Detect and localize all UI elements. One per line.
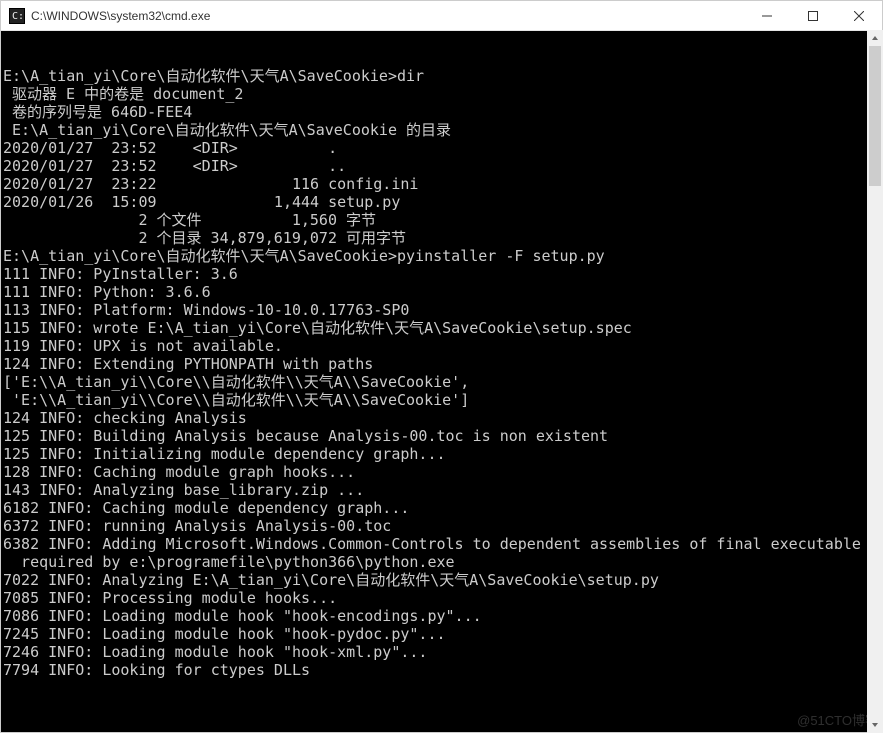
terminal-line: 'E:\\A_tian_yi\\Core\\自动化软件\\天气A\\SaveCo… xyxy=(3,391,880,409)
terminal-line: 驱动器 E 中的卷是 document_2 xyxy=(3,85,880,103)
scroll-thumb[interactable] xyxy=(869,46,881,186)
terminal-line: 111 INFO: PyInstaller: 3.6 xyxy=(3,265,880,283)
watermark: @51CTO博客 xyxy=(797,712,878,730)
svg-text:C:: C: xyxy=(12,11,24,22)
terminal-line: 7794 INFO: Looking for ctypes DLLs xyxy=(3,661,880,679)
scroll-track[interactable] xyxy=(867,46,883,717)
terminal-line: 6382 INFO: Adding Microsoft.Windows.Comm… xyxy=(3,535,880,553)
window-controls xyxy=(744,1,882,31)
minimize-button[interactable] xyxy=(744,1,790,31)
terminal-line: 128 INFO: Caching module graph hooks... xyxy=(3,463,880,481)
terminal-line: 113 INFO: Platform: Windows-10-10.0.1776… xyxy=(3,301,880,319)
terminal-line: 115 INFO: wrote E:\A_tian_yi\Core\自动化软件\… xyxy=(3,319,880,337)
terminal-line: 2020/01/27 23:22 116 config.ini xyxy=(3,175,880,193)
terminal-line: 卷的序列号是 646D-FEE4 xyxy=(3,103,880,121)
terminal-output[interactable]: E:\A_tian_yi\Core\自动化软件\天气A\SaveCookie>d… xyxy=(1,31,882,732)
scroll-up-arrow[interactable] xyxy=(867,30,883,46)
terminal-line: E:\A_tian_yi\Core\自动化软件\天气A\SaveCookie>d… xyxy=(3,67,880,85)
close-button[interactable] xyxy=(836,1,882,31)
terminal-line: 7022 INFO: Analyzing E:\A_tian_yi\Core\自… xyxy=(3,571,880,589)
maximize-button[interactable] xyxy=(790,1,836,31)
terminal-line: 2020/01/27 23:52 <DIR> .. xyxy=(3,157,880,175)
terminal-line: 125 INFO: Building Analysis because Anal… xyxy=(3,427,880,445)
terminal-line: E:\A_tian_yi\Core\自动化软件\天气A\SaveCookie 的… xyxy=(3,121,880,139)
terminal-line: 124 INFO: Extending PYTHONPATH with path… xyxy=(3,355,880,373)
terminal-line: 7085 INFO: Processing module hooks... xyxy=(3,589,880,607)
terminal-line: E:\A_tian_yi\Core\自动化软件\天气A\SaveCookie>p… xyxy=(3,247,880,265)
terminal-line: 111 INFO: Python: 3.6.6 xyxy=(3,283,880,301)
window-title: C:\WINDOWS\system32\cmd.exe xyxy=(31,9,744,23)
cmd-icon: C: xyxy=(9,8,25,24)
terminal-line: 119 INFO: UPX is not available. xyxy=(3,337,880,355)
terminal-line: required by e:\programefile\python366\py… xyxy=(3,553,880,571)
terminal-line: 7246 INFO: Loading module hook "hook-xml… xyxy=(3,643,880,661)
titlebar[interactable]: C: C:\WINDOWS\system32\cmd.exe xyxy=(1,1,882,31)
cmd-window: C: C:\WINDOWS\system32\cmd.exe E:\A_tian… xyxy=(0,0,883,733)
terminal-line: 2 个文件 1,560 字节 xyxy=(3,211,880,229)
terminal-line: ['E:\\A_tian_yi\\Core\\自动化软件\\天气A\\SaveC… xyxy=(3,373,880,391)
terminal-line: 2020/01/26 15:09 1,444 setup.py xyxy=(3,193,880,211)
scroll-down-arrow[interactable] xyxy=(867,717,883,733)
terminal-line: 2020/01/27 23:52 <DIR> . xyxy=(3,139,880,157)
terminal-line: 7245 INFO: Loading module hook "hook-pyd… xyxy=(3,625,880,643)
terminal-line: 2 个目录 34,879,619,072 可用字节 xyxy=(3,229,880,247)
terminal-line: 7086 INFO: Loading module hook "hook-enc… xyxy=(3,607,880,625)
terminal-line: 125 INFO: Initializing module dependency… xyxy=(3,445,880,463)
terminal-line: 6182 INFO: Caching module dependency gra… xyxy=(3,499,880,517)
terminal-line: 6372 INFO: running Analysis Analysis-00.… xyxy=(3,517,880,535)
vertical-scrollbar[interactable] xyxy=(867,30,883,733)
terminal-line: 143 INFO: Analyzing base_library.zip ... xyxy=(3,481,880,499)
terminal-line: 124 INFO: checking Analysis xyxy=(3,409,880,427)
